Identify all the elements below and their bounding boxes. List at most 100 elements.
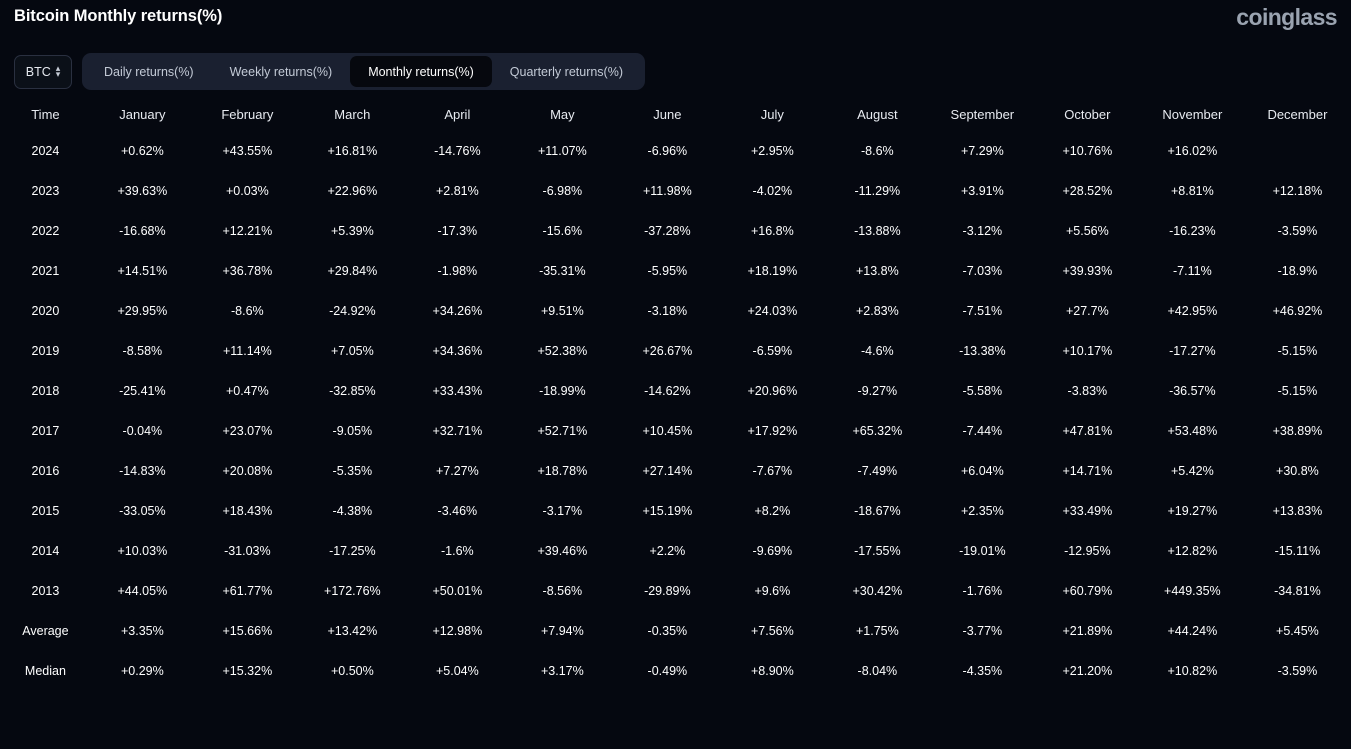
cell-2017-may[interactable]: +52.71% xyxy=(511,412,614,449)
cell-median-may[interactable]: +3.17% xyxy=(511,652,614,689)
cell-2015-april[interactable]: -3.46% xyxy=(406,492,509,529)
cell-2019-march[interactable]: +7.05% xyxy=(301,332,404,369)
cell-average-september[interactable]: -3.77% xyxy=(931,612,1034,649)
cell-2016-august[interactable]: -7.49% xyxy=(826,452,929,489)
cell-2019-august[interactable]: -4.6% xyxy=(826,332,929,369)
cell-2018-august[interactable]: -9.27% xyxy=(826,372,929,409)
cell-median-august[interactable]: -8.04% xyxy=(826,652,929,689)
cell-2018-september[interactable]: -5.58% xyxy=(931,372,1034,409)
cell-2015-october[interactable]: +33.49% xyxy=(1036,492,1139,529)
cell-2013-february[interactable]: +61.77% xyxy=(196,572,299,609)
cell-2018-december[interactable]: -5.15% xyxy=(1246,372,1349,409)
cell-2022-may[interactable]: -15.6% xyxy=(511,212,614,249)
tab-weekly-returns[interactable]: Weekly returns(%) xyxy=(212,56,351,87)
cell-2024-july[interactable]: +2.95% xyxy=(721,132,824,169)
cell-2015-december[interactable]: +13.83% xyxy=(1246,492,1349,529)
cell-2023-may[interactable]: -6.98% xyxy=(511,172,614,209)
cell-2013-december[interactable]: -34.81% xyxy=(1246,572,1349,609)
cell-2022-july[interactable]: +16.8% xyxy=(721,212,824,249)
cell-2023-november[interactable]: +8.81% xyxy=(1141,172,1244,209)
cell-2014-december[interactable]: -15.11% xyxy=(1246,532,1349,569)
cell-2023-june[interactable]: +11.98% xyxy=(616,172,719,209)
cell-2013-may[interactable]: -8.56% xyxy=(511,572,614,609)
cell-2014-february[interactable]: -31.03% xyxy=(196,532,299,569)
cell-2022-december[interactable]: -3.59% xyxy=(1246,212,1349,249)
cell-median-february[interactable]: +15.32% xyxy=(196,652,299,689)
cell-2019-june[interactable]: +26.67% xyxy=(616,332,719,369)
cell-2021-march[interactable]: +29.84% xyxy=(301,252,404,289)
cell-2022-september[interactable]: -3.12% xyxy=(931,212,1034,249)
cell-2015-august[interactable]: -18.67% xyxy=(826,492,929,529)
cell-2017-august[interactable]: +65.32% xyxy=(826,412,929,449)
cell-average-march[interactable]: +13.42% xyxy=(301,612,404,649)
cell-2020-april[interactable]: +34.26% xyxy=(406,292,509,329)
cell-2014-may[interactable]: +39.46% xyxy=(511,532,614,569)
cell-2024-june[interactable]: -6.96% xyxy=(616,132,719,169)
cell-2021-october[interactable]: +39.93% xyxy=(1036,252,1139,289)
cell-2015-july[interactable]: +8.2% xyxy=(721,492,824,529)
cell-2015-january[interactable]: -33.05% xyxy=(91,492,194,529)
cell-2014-january[interactable]: +10.03% xyxy=(91,532,194,569)
cell-2014-august[interactable]: -17.55% xyxy=(826,532,929,569)
cell-median-october[interactable]: +21.20% xyxy=(1036,652,1139,689)
cell-average-october[interactable]: +21.89% xyxy=(1036,612,1139,649)
cell-2013-november[interactable]: +449.35% xyxy=(1141,572,1244,609)
cell-2013-october[interactable]: +60.79% xyxy=(1036,572,1139,609)
cell-average-june[interactable]: -0.35% xyxy=(616,612,719,649)
cell-2022-october[interactable]: +5.56% xyxy=(1036,212,1139,249)
cell-2016-december[interactable]: +30.8% xyxy=(1246,452,1349,489)
cell-2013-august[interactable]: +30.42% xyxy=(826,572,929,609)
cell-2020-june[interactable]: -3.18% xyxy=(616,292,719,329)
tab-monthly-returns[interactable]: Monthly returns(%) xyxy=(350,56,492,87)
cell-average-april[interactable]: +12.98% xyxy=(406,612,509,649)
cell-median-september[interactable]: -4.35% xyxy=(931,652,1034,689)
cell-2022-june[interactable]: -37.28% xyxy=(616,212,719,249)
cell-2016-july[interactable]: -7.67% xyxy=(721,452,824,489)
cell-2024-august[interactable]: -8.6% xyxy=(826,132,929,169)
cell-2020-november[interactable]: +42.95% xyxy=(1141,292,1244,329)
cell-2022-january[interactable]: -16.68% xyxy=(91,212,194,249)
cell-2021-november[interactable]: -7.11% xyxy=(1141,252,1244,289)
cell-2015-november[interactable]: +19.27% xyxy=(1141,492,1244,529)
cell-2020-may[interactable]: +9.51% xyxy=(511,292,614,329)
cell-2019-january[interactable]: -8.58% xyxy=(91,332,194,369)
cell-2024-november[interactable]: +16.02% xyxy=(1141,132,1244,169)
cell-2020-january[interactable]: +29.95% xyxy=(91,292,194,329)
cell-2023-july[interactable]: -4.02% xyxy=(721,172,824,209)
cell-2016-september[interactable]: +6.04% xyxy=(931,452,1034,489)
cell-2020-august[interactable]: +2.83% xyxy=(826,292,929,329)
cell-2020-july[interactable]: +24.03% xyxy=(721,292,824,329)
cell-median-november[interactable]: +10.82% xyxy=(1141,652,1244,689)
cell-2016-march[interactable]: -5.35% xyxy=(301,452,404,489)
cell-average-december[interactable]: +5.45% xyxy=(1246,612,1349,649)
cell-2024-january[interactable]: +0.62% xyxy=(91,132,194,169)
cell-2014-april[interactable]: -1.6% xyxy=(406,532,509,569)
cell-2015-may[interactable]: -3.17% xyxy=(511,492,614,529)
cell-2021-june[interactable]: -5.95% xyxy=(616,252,719,289)
cell-2013-april[interactable]: +50.01% xyxy=(406,572,509,609)
cell-2023-september[interactable]: +3.91% xyxy=(931,172,1034,209)
cell-2017-september[interactable]: -7.44% xyxy=(931,412,1034,449)
cell-2018-may[interactable]: -18.99% xyxy=(511,372,614,409)
cell-2016-june[interactable]: +27.14% xyxy=(616,452,719,489)
cell-2018-november[interactable]: -36.57% xyxy=(1141,372,1244,409)
cell-2019-september[interactable]: -13.38% xyxy=(931,332,1034,369)
cell-2019-february[interactable]: +11.14% xyxy=(196,332,299,369)
cell-2017-november[interactable]: +53.48% xyxy=(1141,412,1244,449)
cell-2013-september[interactable]: -1.76% xyxy=(931,572,1034,609)
cell-2018-march[interactable]: -32.85% xyxy=(301,372,404,409)
cell-2022-february[interactable]: +12.21% xyxy=(196,212,299,249)
cell-2019-may[interactable]: +52.38% xyxy=(511,332,614,369)
cell-2013-march[interactable]: +172.76% xyxy=(301,572,404,609)
cell-2018-june[interactable]: -14.62% xyxy=(616,372,719,409)
cell-2016-november[interactable]: +5.42% xyxy=(1141,452,1244,489)
cell-2019-july[interactable]: -6.59% xyxy=(721,332,824,369)
cell-2014-june[interactable]: +2.2% xyxy=(616,532,719,569)
cell-2016-january[interactable]: -14.83% xyxy=(91,452,194,489)
cell-average-november[interactable]: +44.24% xyxy=(1141,612,1244,649)
cell-2013-january[interactable]: +44.05% xyxy=(91,572,194,609)
cell-2017-june[interactable]: +10.45% xyxy=(616,412,719,449)
cell-2018-october[interactable]: -3.83% xyxy=(1036,372,1139,409)
cell-2023-april[interactable]: +2.81% xyxy=(406,172,509,209)
cell-2021-may[interactable]: -35.31% xyxy=(511,252,614,289)
